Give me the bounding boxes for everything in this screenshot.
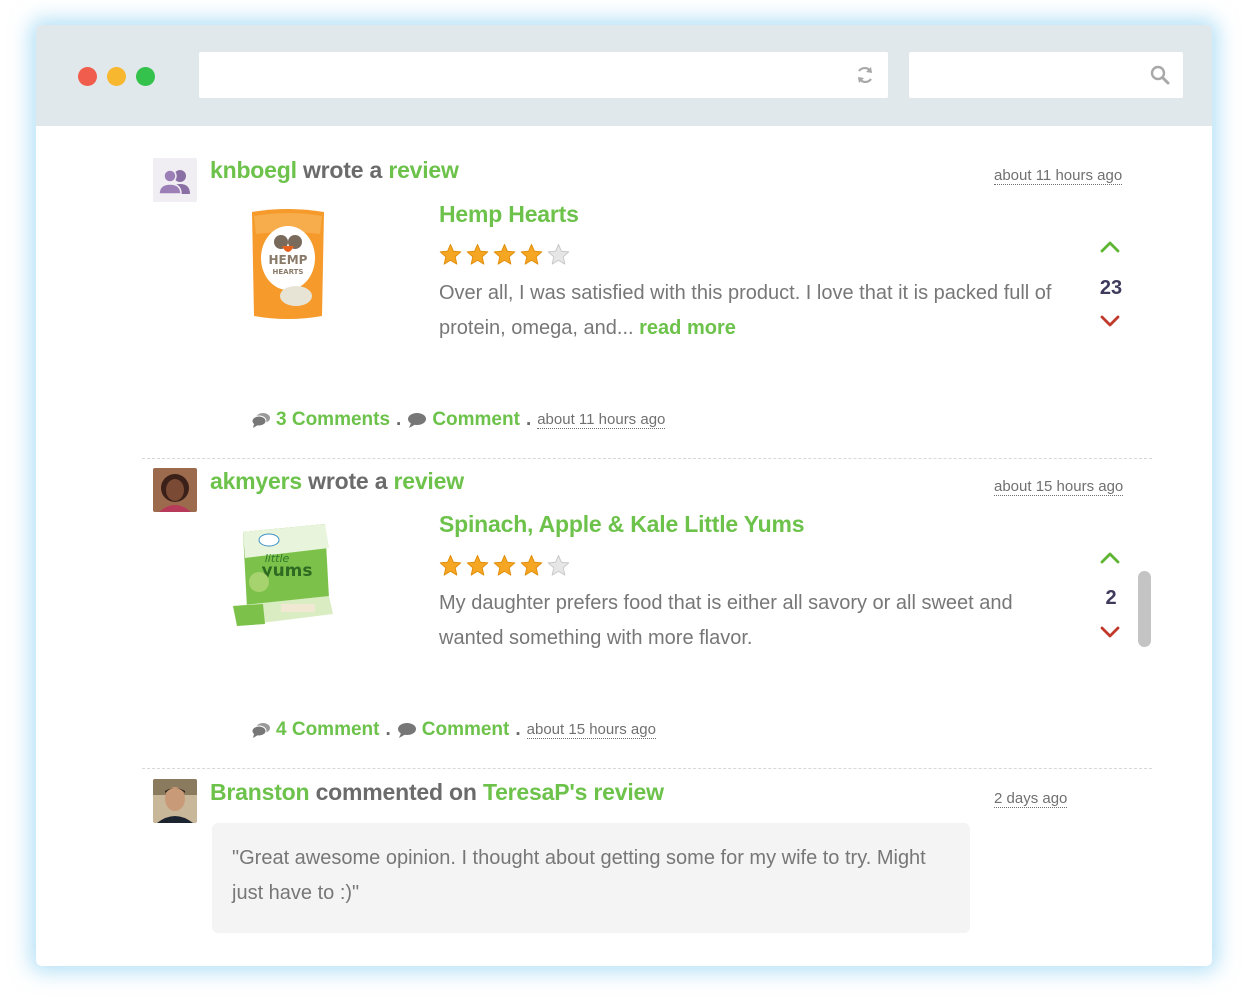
star-filled-icon xyxy=(466,554,489,576)
review-excerpt: My daughter prefers food that is either … xyxy=(439,586,1059,656)
timestamp[interactable]: about 15 hours ago xyxy=(994,478,1124,496)
minimize-window-button[interactable] xyxy=(107,67,126,86)
product-image-text: HEARTS xyxy=(273,268,304,276)
review-link[interactable]: review xyxy=(394,468,465,494)
comments-icon xyxy=(251,413,270,428)
activity-headline: knboegl wrote a review xyxy=(210,157,459,184)
product-title-link[interactable]: Hemp Hearts xyxy=(439,201,579,228)
comments-icon xyxy=(251,723,270,738)
browser-window: knboegl wrote a review about 11 hours ag… xyxy=(36,25,1212,966)
users-icon xyxy=(153,158,197,202)
star-filled-icon xyxy=(493,243,516,265)
review-excerpt: Over all, I was satisfied with this prod… xyxy=(439,276,1079,346)
timestamp[interactable]: 2 days ago xyxy=(994,790,1068,808)
browser-toolbar xyxy=(36,25,1212,126)
star-rating xyxy=(439,243,570,267)
product-image-text: yums xyxy=(261,561,312,581)
star-filled-icon xyxy=(439,243,462,265)
star-filled-icon xyxy=(520,243,543,265)
address-bar[interactable] xyxy=(199,52,888,98)
comment-text: "Great awesome opinion. I thought about … xyxy=(232,847,926,904)
meta-timestamp[interactable]: about 15 hours ago xyxy=(526,721,656,739)
add-comment-link[interactable]: Comment xyxy=(432,409,520,431)
review-text: Over all, I was satisfied with this prod… xyxy=(439,282,1052,339)
meta-separator: . xyxy=(515,719,521,740)
activity-meta: 3 Comments . Comment . about 11 hours ag… xyxy=(251,409,666,431)
product-image[interactable]: little yums xyxy=(229,518,335,636)
timestamp[interactable]: about 11 hours ago xyxy=(994,167,1123,185)
review-text: My daughter prefers food that is either … xyxy=(439,592,1013,649)
read-more-link[interactable]: read more xyxy=(639,317,736,339)
user-photo xyxy=(153,468,197,512)
star-filled-icon xyxy=(520,554,543,576)
meta-separator: . xyxy=(385,719,391,740)
star-filled-icon xyxy=(493,554,516,576)
activity-meta: 4 Comment . Comment . about 15 hours ago xyxy=(251,719,656,741)
comment-icon xyxy=(408,413,427,428)
upvote-icon[interactable] xyxy=(1099,550,1121,564)
review-link[interactable]: review xyxy=(388,157,459,183)
upvote-icon[interactable] xyxy=(1099,239,1121,253)
comments-count-link[interactable]: 4 Comment xyxy=(276,719,379,741)
activity-action: commented on xyxy=(315,779,477,805)
activity-action: wrote a xyxy=(302,157,383,183)
product-image[interactable]: HEMP HEARTS xyxy=(248,206,328,324)
refresh-icon[interactable] xyxy=(855,65,875,85)
downvote-icon[interactable] xyxy=(1099,315,1121,329)
activity-action: wrote a xyxy=(308,468,388,494)
star-rating xyxy=(439,554,570,578)
user-link[interactable]: Branston xyxy=(210,779,310,805)
avatar[interactable] xyxy=(153,779,197,823)
user-link[interactable]: knboegl xyxy=(210,157,297,183)
avatar[interactable] xyxy=(153,468,197,512)
vote-count: 23 xyxy=(1099,277,1123,299)
meta-separator: . xyxy=(396,409,402,430)
review-link[interactable]: TeresaP's review xyxy=(483,779,664,805)
maximize-window-button[interactable] xyxy=(136,67,155,86)
search-icon[interactable] xyxy=(1150,65,1170,85)
add-comment-link[interactable]: Comment xyxy=(422,719,510,741)
avatar[interactable] xyxy=(153,158,197,202)
user-photo xyxy=(153,779,197,823)
comment-bubble: "Great awesome opinion. I thought about … xyxy=(212,823,970,933)
activity-feed: knboegl wrote a review about 11 hours ag… xyxy=(36,126,1212,966)
star-filled-icon xyxy=(439,554,462,576)
feed-divider xyxy=(142,768,1152,769)
star-filled-icon xyxy=(466,243,489,265)
meta-separator: . xyxy=(525,409,532,430)
meta-timestamp[interactable]: about 11 hours ago xyxy=(537,411,666,429)
vote-count: 2 xyxy=(1105,587,1117,609)
activity-headline: Branston commented on TeresaP's review xyxy=(210,779,664,806)
close-window-button[interactable] xyxy=(78,67,97,86)
star-empty-icon xyxy=(547,554,570,576)
search-bar[interactable] xyxy=(909,52,1183,98)
comment-icon xyxy=(397,723,416,738)
downvote-icon[interactable] xyxy=(1099,626,1121,640)
star-empty-icon xyxy=(547,243,570,265)
user-link[interactable]: akmyers xyxy=(210,468,302,494)
comments-count-link[interactable]: 3 Comments xyxy=(276,409,390,431)
scrollbar-thumb[interactable] xyxy=(1138,571,1151,647)
product-image-text: HEMP xyxy=(269,253,308,267)
activity-headline: akmyers wrote a review xyxy=(210,468,464,495)
feed-divider xyxy=(142,458,1152,459)
product-title-link[interactable]: Spinach, Apple & Kale Little Yums xyxy=(439,511,805,538)
